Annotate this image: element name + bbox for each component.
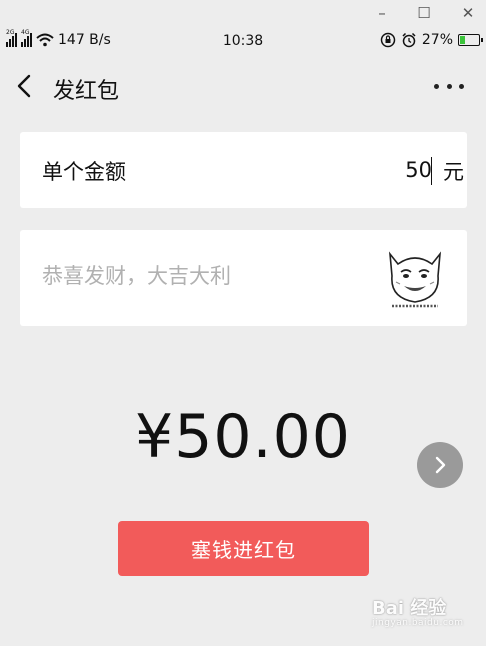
battery-fill bbox=[460, 36, 465, 44]
more-dots-icon[interactable] bbox=[434, 72, 464, 100]
meme-sticker-icon[interactable] bbox=[384, 246, 446, 310]
maximize-button[interactable]: ☐ bbox=[412, 2, 436, 24]
amount-unit: 元 bbox=[443, 160, 464, 184]
battery-charging-icon bbox=[458, 34, 483, 46]
greeting-input[interactable] bbox=[42, 264, 372, 288]
minimize-button[interactable]: – bbox=[370, 2, 394, 24]
watermark-url: jingyan.baidu.com bbox=[372, 618, 464, 628]
window-title-bar: – ☐ ✕ bbox=[0, 0, 486, 28]
rotation-lock-icon bbox=[380, 32, 396, 48]
status-bar: 2G 4G 147 B/s 10:38 27% bbox=[0, 28, 486, 56]
baidu-watermark: Bai 经验 jingyan.baidu.com bbox=[372, 592, 476, 634]
amount-label: 单个金额 bbox=[42, 160, 126, 184]
chevron-right-icon bbox=[435, 456, 446, 474]
close-button[interactable]: ✕ bbox=[456, 2, 480, 24]
send-red-packet-button[interactable]: 塞钱进红包 bbox=[118, 521, 369, 576]
chevron-left-icon[interactable] bbox=[12, 72, 40, 100]
float-arrow-button[interactable] bbox=[417, 442, 463, 488]
alarm-icon bbox=[402, 32, 416, 48]
text-caret bbox=[431, 157, 432, 185]
nav-bar: 发红包 bbox=[0, 62, 486, 112]
amount-card: 单个金额 元 bbox=[20, 132, 467, 208]
page-title: 发红包 bbox=[53, 79, 120, 104]
total-amount: ¥50.00 bbox=[135, 402, 351, 472]
battery-percent: 27% bbox=[421, 32, 453, 48]
message-card bbox=[20, 230, 467, 326]
status-right: 27% bbox=[380, 32, 483, 48]
watermark-brand: Bai 经验 bbox=[372, 598, 447, 619]
amount-input[interactable] bbox=[220, 158, 432, 182]
